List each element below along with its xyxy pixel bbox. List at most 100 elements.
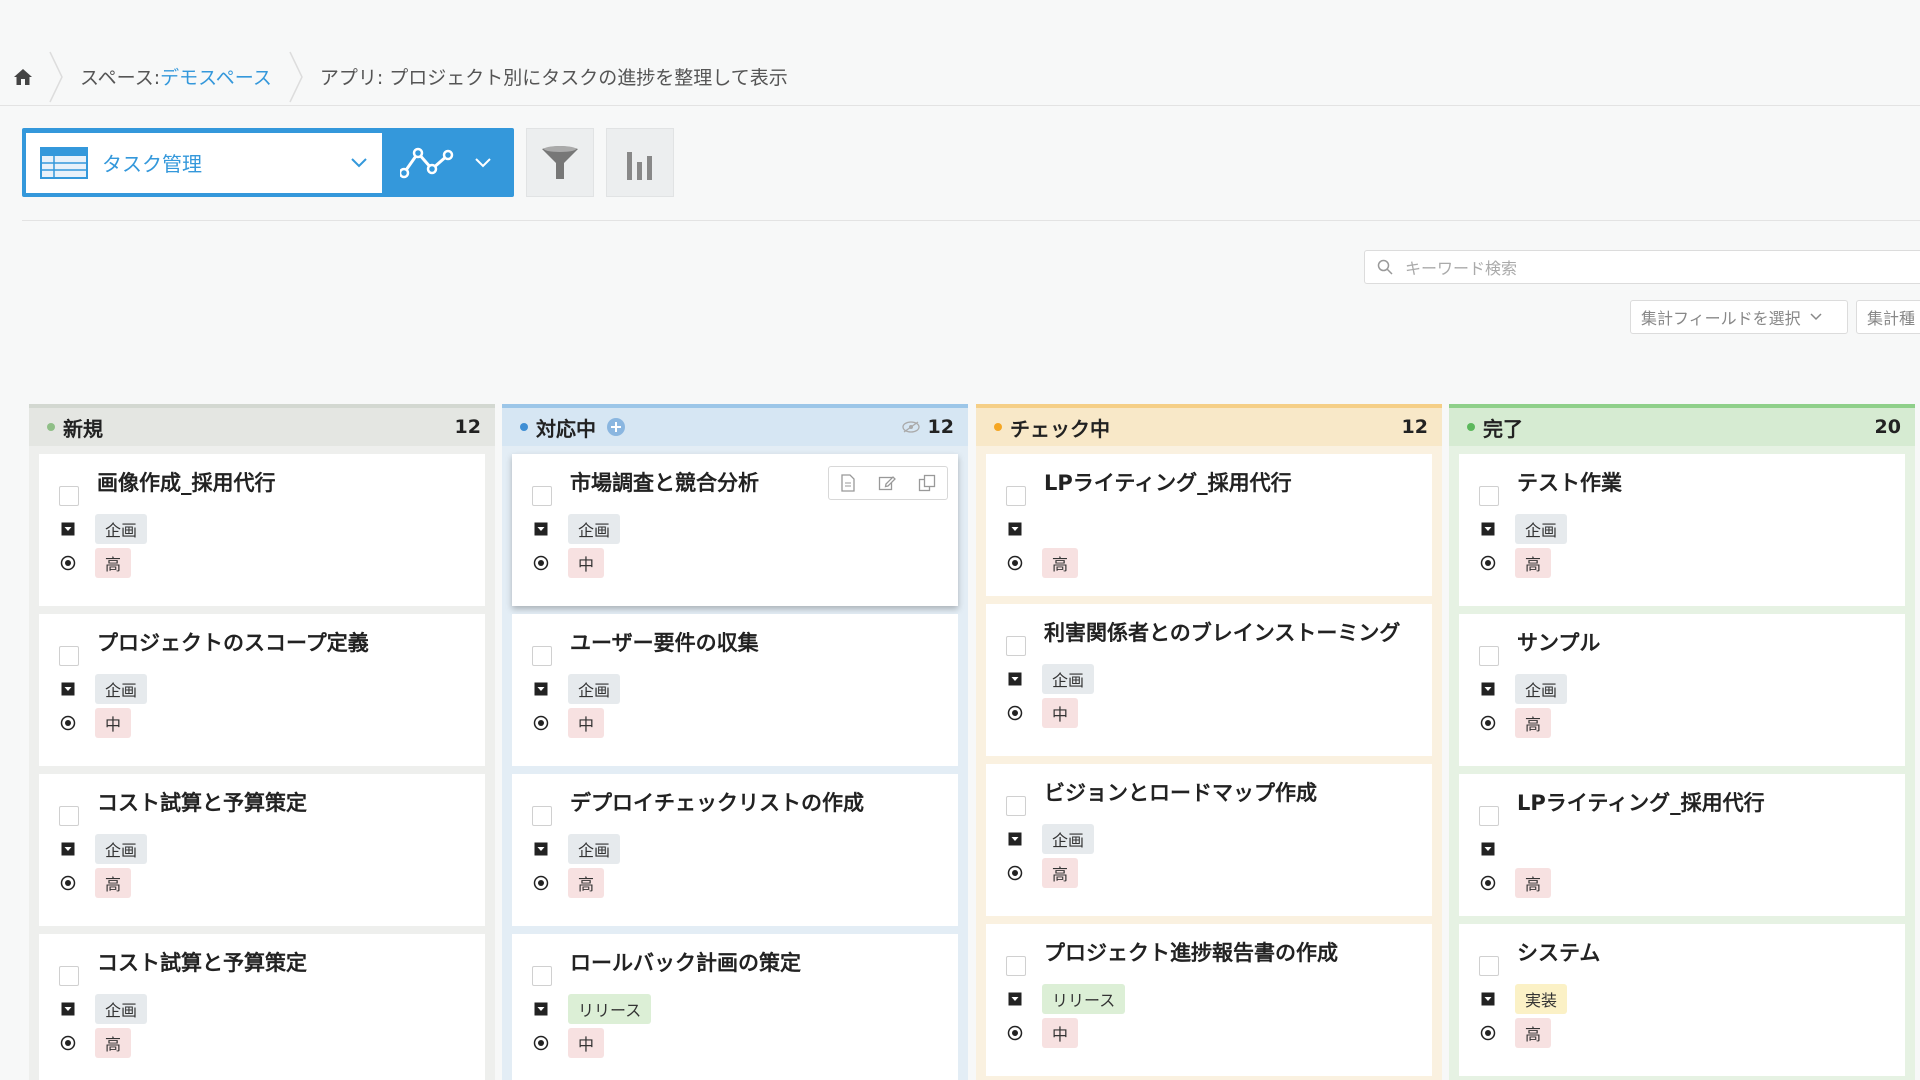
card-checkbox[interactable] [1006,486,1026,506]
category-tag: リリース [568,994,652,1024]
card-category-row: リリース [530,992,946,1026]
task-card[interactable]: システム 実装高 [1459,924,1905,1076]
dropdown-field-icon [530,1002,552,1016]
card-title[interactable]: コスト試算と予算策定 [97,950,473,992]
card-checkbox[interactable] [59,966,79,986]
task-card[interactable]: 市場調査と競合分析 企画中 [512,454,958,606]
card-checkbox[interactable] [59,646,79,666]
keyword-search[interactable]: キーワード検索 [1364,250,1920,284]
task-card[interactable]: コスト試算と予算策定 企画高 [39,774,485,926]
aggregate-field-select[interactable]: 集計フィールドを選択 [1630,300,1848,334]
aggregate-type-select[interactable]: 集計種 [1856,300,1920,334]
card-title[interactable]: ロールバック計画の策定 [570,950,946,992]
radio-field-icon [1477,1025,1499,1041]
view-dropdown[interactable]: タスク管理 [26,132,382,193]
card-checkbox[interactable] [59,806,79,826]
radio-field-icon [57,715,79,731]
card-title[interactable]: プロジェクトのスコープ定義 [97,630,473,672]
task-card[interactable]: 利害関係者とのブレインストーミング 企画中 [986,604,1432,756]
card-checkbox[interactable] [1006,956,1026,976]
filter-button[interactable] [526,128,594,197]
task-card[interactable]: LPライティング_採用代行高 [986,454,1432,596]
card-title[interactable]: テスト作業 [1517,470,1893,512]
column-done: 完了 20 テスト作業 企画高サンプル 企画高 LPライティング_採用代行高システム実… [1449,404,1915,1080]
task-card[interactable]: ユーザー要件の収集 企画中 [512,614,958,766]
card-title[interactable]: 利害関係者とのブレインストーミング [1044,620,1420,662]
breadcrumb-separator-icon [289,51,303,102]
card-title[interactable]: デプロイチェックリストの作成 [570,790,946,832]
card-title[interactable]: ユーザー要件の収集 [570,630,946,672]
card-priority-row: 中 [1004,1016,1420,1050]
card-checkbox[interactable] [1006,636,1026,656]
task-card[interactable]: サンプル 企画高 [1459,614,1905,766]
visibility-icon[interactable] [901,421,920,433]
task-card[interactable]: プロジェクトのスコープ定義 企画中 [39,614,485,766]
card-title[interactable]: サンプル [1517,630,1893,672]
card-category-row: 企画 [1477,512,1893,546]
card-checkbox[interactable] [532,486,552,506]
bar-chart-icon [627,151,652,180]
category-tag: 企画 [1515,514,1568,544]
card-checkbox[interactable] [1479,646,1499,666]
radio-field-icon [57,875,79,891]
radio-field-icon [1004,705,1026,721]
filter-icon [542,145,578,179]
edit-icon[interactable] [878,474,896,492]
detail-icon[interactable] [840,474,856,492]
copy-icon[interactable] [918,474,936,492]
task-card[interactable]: ビジョンとロードマップ作成 企画高 [986,764,1432,916]
category-tag: 実装 [1515,984,1568,1014]
task-card[interactable]: コスト試算と予算策定 企画高 [39,934,485,1080]
card-title[interactable]: コスト試算と予算策定 [97,790,473,832]
add-icon[interactable] [606,417,626,437]
card-priority-row: 中 [530,1026,946,1060]
card-checkbox[interactable] [1479,806,1499,826]
card-category-row: 企画 [530,512,946,546]
card-priority-row: 高 [57,1026,473,1060]
card-title[interactable]: 画像作成_採用代行 [97,470,473,512]
card-checkbox[interactable] [532,966,552,986]
card-title[interactable]: LPライティング_採用代行 [1517,790,1893,832]
dropdown-field-icon [530,842,552,856]
task-card[interactable]: テスト作業 企画高 [1459,454,1905,606]
graph-button[interactable] [606,128,674,197]
task-card[interactable]: ロールバック計画の策定 リリース中 [512,934,958,1080]
card-category-row: 企画 [1004,822,1420,856]
column-header: 新規 12 [29,404,495,446]
card-category-row: 企画 [1477,672,1893,706]
radio-field-icon [1477,875,1499,891]
task-card[interactable]: プロジェクト進捗報告書の作成 リリース中 [986,924,1432,1076]
task-card[interactable]: LPライティング_採用代行高 [1459,774,1905,916]
card-title[interactable]: システム [1517,940,1893,982]
category-tag: 企画 [95,514,148,544]
dropdown-field-icon [1477,992,1499,1006]
home-icon[interactable] [0,48,46,106]
card-priority-row: 高 [1477,866,1893,900]
task-card[interactable]: デプロイチェックリストの作成 企画高 [512,774,958,926]
card-checkbox[interactable] [1479,956,1499,976]
breadcrumb-space[interactable]: スペース: デモスペース [66,63,286,90]
task-card[interactable]: 画像作成_採用代行 企画高 [39,454,485,606]
priority-tag: 高 [1515,548,1552,578]
card-checkbox[interactable] [532,646,552,666]
priority-tag: 高 [1515,868,1552,898]
card-checkbox[interactable] [59,486,79,506]
priority-tag: 高 [95,548,132,578]
search-placeholder: キーワード検索 [1405,259,1518,278]
breadcrumb-space-link[interactable]: デモスペース [160,63,272,90]
table-icon [40,146,88,179]
card-category-row: 企画 [530,832,946,866]
priority-tag: 中 [568,1028,605,1058]
priority-tag: 高 [1042,548,1079,578]
card-title[interactable]: ビジョンとロードマップ作成 [1044,780,1420,822]
column-title: 完了 [1483,416,1523,441]
card-title[interactable]: プロジェクト進捗報告書の作成 [1044,940,1420,982]
card-category-row: 企画 [1004,662,1420,696]
card-title[interactable]: LPライティング_採用代行 [1044,470,1420,512]
card-checkbox[interactable] [1006,796,1026,816]
category-tag: 企画 [95,834,148,864]
card-priority-row: 高 [1477,1016,1893,1050]
card-checkbox[interactable] [1479,486,1499,506]
graph-menu-button[interactable] [382,133,510,193]
card-checkbox[interactable] [532,806,552,826]
